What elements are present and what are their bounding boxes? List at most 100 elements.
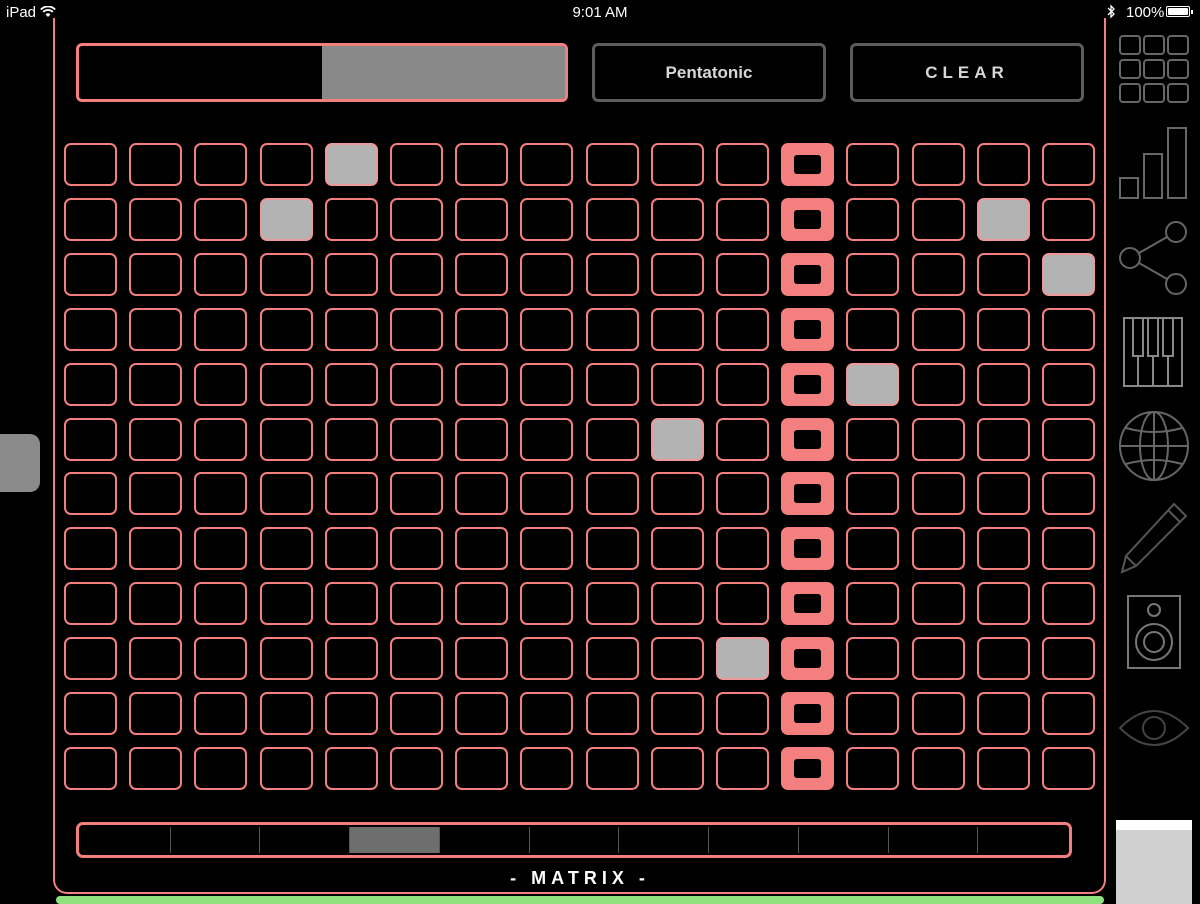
grid-cell[interactable] — [977, 363, 1030, 406]
grid-cell[interactable] — [390, 747, 443, 790]
active-grid-cell[interactable] — [260, 198, 313, 241]
grid-cell[interactable] — [651, 582, 704, 625]
grid-cell[interactable] — [846, 527, 899, 570]
grid-cell[interactable] — [977, 472, 1030, 515]
grid-cell[interactable] — [846, 472, 899, 515]
playhead-cell[interactable] — [781, 527, 834, 570]
page-segment[interactable] — [619, 827, 710, 853]
page-segment[interactable] — [709, 827, 799, 853]
grid-cell[interactable] — [455, 527, 508, 570]
active-grid-cell[interactable] — [716, 637, 769, 680]
grid-cell[interactable] — [194, 308, 247, 351]
grid-cell[interactable] — [651, 637, 704, 680]
active-grid-cell[interactable] — [1042, 253, 1095, 296]
grid-cell[interactable] — [129, 363, 182, 406]
grid-cell[interactable] — [64, 692, 117, 735]
page-selector[interactable] — [76, 822, 1072, 858]
grid-cell[interactable] — [586, 363, 639, 406]
grid-cell[interactable] — [1042, 582, 1095, 625]
value-slider[interactable] — [76, 43, 568, 102]
grid-cell[interactable] — [194, 692, 247, 735]
grid-cell[interactable] — [520, 418, 573, 461]
grid-cell[interactable] — [194, 747, 247, 790]
grid-cell[interactable] — [1042, 143, 1095, 186]
grid-cell[interactable] — [716, 582, 769, 625]
grid-cell[interactable] — [455, 363, 508, 406]
grid-cell[interactable] — [912, 363, 965, 406]
grid-cell[interactable] — [260, 143, 313, 186]
grid-cell[interactable] — [716, 747, 769, 790]
grid-cell[interactable] — [977, 418, 1030, 461]
pencil-icon[interactable] — [1116, 500, 1192, 576]
page-segment[interactable] — [978, 827, 1068, 853]
grid-cell[interactable] — [390, 308, 443, 351]
grid-cell[interactable] — [912, 253, 965, 296]
grid-cell[interactable] — [260, 637, 313, 680]
grid-cell[interactable] — [455, 143, 508, 186]
page-segment[interactable] — [260, 827, 351, 853]
grid-cell[interactable] — [325, 308, 378, 351]
grid-cell[interactable] — [325, 637, 378, 680]
grid-cell[interactable] — [260, 418, 313, 461]
grid-cell[interactable] — [260, 363, 313, 406]
grid-cell[interactable] — [129, 582, 182, 625]
grid-cell[interactable] — [1042, 308, 1095, 351]
grid-cell[interactable] — [390, 692, 443, 735]
grid-cell[interactable] — [260, 582, 313, 625]
grid-cell[interactable] — [520, 747, 573, 790]
grid-cell[interactable] — [390, 363, 443, 406]
grid-cell[interactable] — [716, 143, 769, 186]
sidebar-panel-toggle[interactable] — [1116, 820, 1192, 904]
grid-cell[interactable] — [846, 143, 899, 186]
grid-cell[interactable] — [1042, 692, 1095, 735]
grid-cell[interactable] — [1042, 637, 1095, 680]
grid-cell[interactable] — [520, 582, 573, 625]
grid-cell[interactable] — [129, 527, 182, 570]
grid-cell[interactable] — [520, 198, 573, 241]
page-segment[interactable] — [439, 827, 530, 853]
grid-cell[interactable] — [260, 253, 313, 296]
playhead-cell[interactable] — [781, 363, 834, 406]
piano-icon[interactable] — [1116, 316, 1192, 388]
grid-cell[interactable] — [194, 253, 247, 296]
grid-cell[interactable] — [651, 527, 704, 570]
playhead-cell[interactable] — [781, 198, 834, 241]
grid-cell[interactable] — [390, 472, 443, 515]
grid-cell[interactable] — [455, 308, 508, 351]
playhead-cell[interactable] — [781, 747, 834, 790]
grid-cell[interactable] — [390, 143, 443, 186]
active-grid-cell[interactable] — [651, 418, 704, 461]
grid-cell[interactable] — [912, 418, 965, 461]
scale-button[interactable]: Pentatonic — [592, 43, 826, 102]
grid-cell[interactable] — [64, 747, 117, 790]
grid-cell[interactable] — [390, 253, 443, 296]
playhead-cell[interactable] — [781, 472, 834, 515]
grid-cell[interactable] — [846, 637, 899, 680]
drawer-pull-tab[interactable] — [0, 434, 40, 492]
grid-cell[interactable] — [64, 363, 117, 406]
grid-cell[interactable] — [977, 253, 1030, 296]
grid-cell[interactable] — [586, 198, 639, 241]
grid-cell[interactable] — [1042, 198, 1095, 241]
grid-cell[interactable] — [64, 253, 117, 296]
grid-cell[interactable] — [977, 582, 1030, 625]
grid-cell[interactable] — [455, 692, 508, 735]
grid-cell[interactable] — [651, 692, 704, 735]
active-grid-cell[interactable] — [325, 143, 378, 186]
grid-cell[interactable] — [912, 472, 965, 515]
grid-cell[interactable] — [586, 527, 639, 570]
grid-cell[interactable] — [586, 747, 639, 790]
grid-cell[interactable] — [129, 253, 182, 296]
grid-cell[interactable] — [520, 472, 573, 515]
globe-icon[interactable] — [1116, 408, 1192, 484]
grid-cell[interactable] — [977, 692, 1030, 735]
grid-cell[interactable] — [455, 472, 508, 515]
grid-cell[interactable] — [64, 527, 117, 570]
eye-icon[interactable] — [1116, 700, 1192, 756]
grid-cell[interactable] — [716, 472, 769, 515]
grid-cell[interactable] — [586, 582, 639, 625]
grid-cell[interactable] — [455, 747, 508, 790]
grid-cell[interactable] — [1042, 363, 1095, 406]
playhead-cell[interactable] — [781, 692, 834, 735]
grid-cell[interactable] — [1042, 418, 1095, 461]
